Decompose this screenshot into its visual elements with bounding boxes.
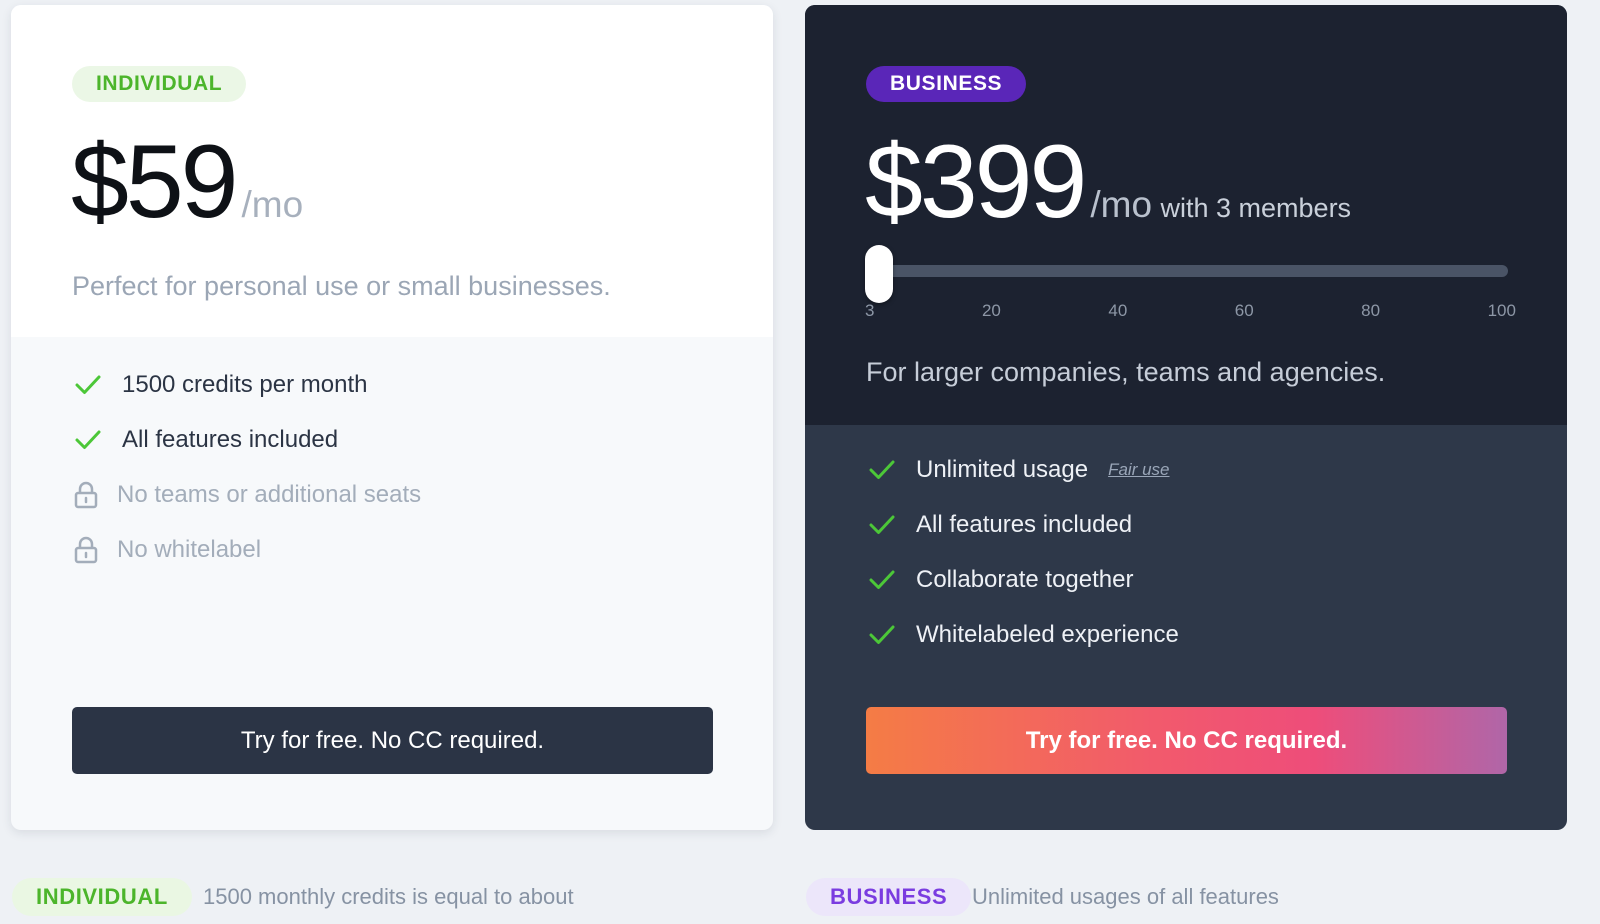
slider-tick-label: 3	[865, 301, 875, 320]
business-try-free-button[interactable]: Try for free. No CC required.	[866, 707, 1507, 774]
feature-label: No whitelabel	[117, 536, 262, 563]
members-slider-handle[interactable]	[865, 245, 893, 303]
business-feature-list: Unlimited usage Fair use All features in…	[866, 450, 1179, 670]
feature-label: All features included	[916, 511, 1133, 538]
check-icon	[866, 450, 916, 490]
check-icon	[866, 505, 916, 545]
list-item: Unlimited usage Fair use	[866, 450, 1179, 490]
feature-label: All features included	[122, 426, 339, 453]
individual-tagline: Perfect for personal use or small busine…	[72, 271, 611, 301]
members-slider-ticks: 3 20 40 60 80 100	[865, 301, 1516, 321]
individual-price: $59	[71, 124, 239, 240]
business-price-row: $399/mo with 3 members	[865, 123, 1351, 241]
members-slider-track[interactable]	[868, 265, 1508, 277]
slider-tick-label: 40	[1108, 301, 1128, 320]
individual-card-header: INDIVIDUAL $59/mo Perfect for personal u…	[11, 5, 773, 337]
list-item: All features included	[866, 505, 1179, 545]
list-item: Whitelabeled experience	[866, 615, 1179, 655]
business-plan-badge: BUSINESS	[866, 66, 1027, 102]
lock-icon	[72, 475, 117, 515]
feature-label: Unlimited usage	[916, 456, 1089, 483]
business-card-header: BUSINESS $399/mo with 3 members 3 20 40 …	[805, 5, 1567, 425]
individual-plan-badge: INDIVIDUAL	[72, 66, 247, 102]
feature-label: Whitelabeled experience	[916, 621, 1179, 648]
slider-tick-label: 20	[981, 301, 1001, 320]
slider-tick-label: 100	[1487, 301, 1516, 320]
business-tagline: For larger companies, teams and agencies…	[866, 357, 1386, 387]
list-item: No teams or additional seats	[72, 475, 421, 515]
feature-label: 1500 credits per month	[122, 371, 368, 398]
individual-section-badge: INDIVIDUAL	[12, 878, 192, 916]
fair-use-link[interactable]: Fair use	[1108, 460, 1169, 480]
check-icon	[72, 420, 122, 460]
check-icon	[866, 560, 916, 600]
list-item: Collaborate together	[866, 560, 1179, 600]
business-price: $399	[865, 124, 1087, 240]
individual-price-period: /mo	[241, 184, 304, 225]
lock-icon	[72, 530, 117, 570]
individual-plan-card: INDIVIDUAL $59/mo Perfect for personal u…	[11, 5, 773, 830]
list-item: No whitelabel	[72, 530, 421, 570]
individual-section-text: 1500 monthly credits is equal to about	[203, 884, 574, 909]
individual-try-free-button[interactable]: Try for free. No CC required.	[72, 707, 713, 774]
business-section-text: Unlimited usages of all features	[972, 884, 1279, 909]
individual-price-row: $59/mo	[71, 123, 303, 241]
check-icon	[72, 365, 122, 405]
list-item: 1500 credits per month	[72, 365, 421, 405]
slider-tick-label: 60	[1234, 301, 1254, 320]
check-icon	[866, 615, 916, 655]
individual-feature-list: 1500 credits per month All features incl…	[72, 365, 421, 585]
feature-label: No teams or additional seats	[117, 481, 422, 508]
business-price-period: /mo	[1090, 184, 1153, 225]
business-plan-card: BUSINESS $399/mo with 3 members 3 20 40 …	[805, 5, 1567, 830]
business-section-badge: BUSINESS	[806, 878, 972, 916]
business-members-text: with 3 members	[1160, 193, 1352, 223]
slider-tick-label: 80	[1361, 301, 1381, 320]
feature-label: Collaborate together	[916, 566, 1134, 593]
list-item: All features included	[72, 420, 421, 460]
